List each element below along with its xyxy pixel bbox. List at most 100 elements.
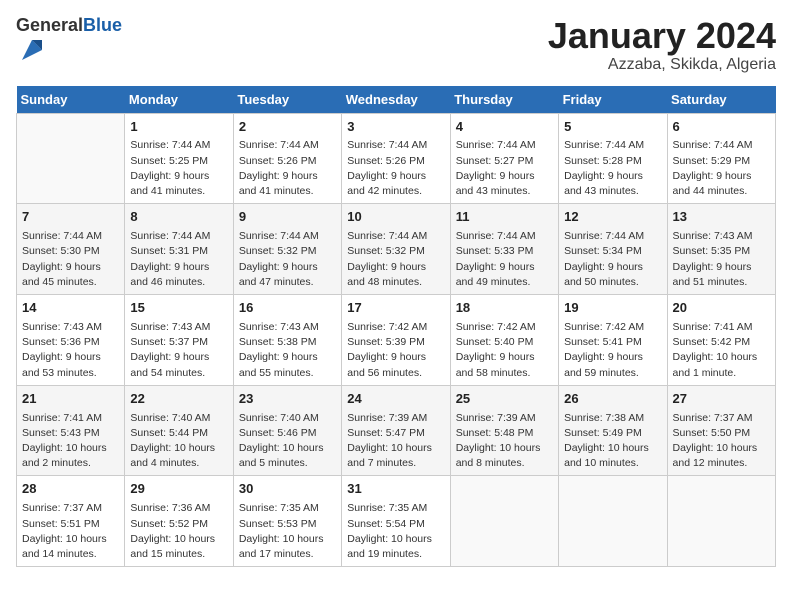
day-info: Sunrise: 7:44 AM Sunset: 5:27 PM Dayligh…	[456, 138, 553, 199]
day-number: 21	[22, 390, 119, 409]
day-number: 3	[347, 118, 444, 137]
calendar-cell	[667, 476, 775, 567]
calendar-cell: 1Sunrise: 7:44 AM Sunset: 5:25 PM Daylig…	[125, 113, 233, 204]
calendar-cell: 11Sunrise: 7:44 AM Sunset: 5:33 PM Dayli…	[450, 204, 558, 295]
column-header-friday: Friday	[559, 86, 667, 114]
calendar-cell: 29 Sunrise: 7:36 AM Sunset: 5:52 PM Dayli…	[125, 476, 233, 567]
day-number: 30	[239, 480, 336, 499]
calendar-cell: 22Sunrise: 7:40 AM Sunset: 5:44 PM Dayli…	[125, 385, 233, 476]
day-info: Sunrise: 7:44 AM Sunset: 5:26 PM Dayligh…	[347, 138, 444, 199]
day-info: Sunrise: 7:35 AM Sunset: 5:54 PM Dayligh…	[347, 501, 444, 562]
day-info: Sunrise: 7:43 AM Sunset: 5:36 PM Dayligh…	[22, 320, 119, 381]
calendar-cell: 26Sunrise: 7:38 AM Sunset: 5:49 PM Dayli…	[559, 385, 667, 476]
day-number: 10	[347, 208, 444, 227]
day-number: 16	[239, 299, 336, 318]
calendar-title: January 2024	[548, 16, 776, 56]
day-number: 13	[673, 208, 770, 227]
calendar-cell	[559, 476, 667, 567]
day-info: Sunrise: 7:44 AM Sunset: 5:28 PM Dayligh…	[564, 138, 661, 199]
calendar-cell: 15Sunrise: 7:43 AM Sunset: 5:37 PM Dayli…	[125, 295, 233, 386]
day-number: 29	[130, 480, 227, 499]
calendar-cell: 18Sunrise: 7:42 AM Sunset: 5:40 PM Dayli…	[450, 295, 558, 386]
logo: GeneralBlue	[16, 16, 122, 69]
calendar-location: Azzaba, Skikda, Algeria	[548, 56, 776, 74]
day-info: Sunrise: 7:44 AM Sunset: 5:34 PM Dayligh…	[564, 229, 661, 290]
day-number: 25	[456, 390, 553, 409]
day-number: 19	[564, 299, 661, 318]
day-number: 18	[456, 299, 553, 318]
calendar-cell: 25 Sunrise: 7:39 AM Sunset: 5:48 PM Dayli…	[450, 385, 558, 476]
day-info: Sunrise: 7:35 AM Sunset: 5:53 PM Dayligh…	[239, 501, 336, 562]
day-info: Sunrise: 7:39 AM Sunset: 5:48 PM Dayligh…	[456, 411, 553, 472]
calendar-cell: 8 Sunrise: 7:44 AM Sunset: 5:31 PM Daylig…	[125, 204, 233, 295]
calendar-cell: 12 Sunrise: 7:44 AM Sunset: 5:34 PM Dayli…	[559, 204, 667, 295]
calendar-cell: 31 Sunrise: 7:35 AM Sunset: 5:54 PM Dayli…	[342, 476, 450, 567]
day-number: 9	[239, 208, 336, 227]
column-header-tuesday: Tuesday	[233, 86, 341, 114]
calendar-cell: 30 Sunrise: 7:35 AM Sunset: 5:53 PM Dayli…	[233, 476, 341, 567]
day-info: Sunrise: 7:37 AM Sunset: 5:51 PM Dayligh…	[22, 501, 119, 562]
column-header-monday: Monday	[125, 86, 233, 114]
logo-blue: Blue	[83, 15, 122, 35]
logo-general: General	[16, 15, 83, 35]
day-number: 4	[456, 118, 553, 137]
day-info: Sunrise: 7:39 AM Sunset: 5:47 PM Dayligh…	[347, 411, 444, 472]
day-number: 27	[673, 390, 770, 409]
day-number: 22	[130, 390, 227, 409]
calendar-cell: 3Sunrise: 7:44 AM Sunset: 5:26 PM Daylig…	[342, 113, 450, 204]
day-info: Sunrise: 7:37 AM Sunset: 5:50 PM Dayligh…	[673, 411, 770, 472]
calendar-cell: 27 Sunrise: 7:37 AM Sunset: 5:50 PM Dayli…	[667, 385, 775, 476]
day-info: Sunrise: 7:44 AM Sunset: 5:33 PM Dayligh…	[456, 229, 553, 290]
calendar-cell: 4Sunrise: 7:44 AM Sunset: 5:27 PM Daylig…	[450, 113, 558, 204]
day-info: Sunrise: 7:44 AM Sunset: 5:31 PM Dayligh…	[130, 229, 227, 290]
day-number: 12	[564, 208, 661, 227]
calendar-cell: 6Sunrise: 7:44 AM Sunset: 5:29 PM Daylig…	[667, 113, 775, 204]
day-number: 6	[673, 118, 770, 137]
calendar-cell: 2Sunrise: 7:44 AM Sunset: 5:26 PM Daylig…	[233, 113, 341, 204]
day-info: Sunrise: 7:44 AM Sunset: 5:32 PM Dayligh…	[239, 229, 336, 290]
column-header-thursday: Thursday	[450, 86, 558, 114]
day-number: 17	[347, 299, 444, 318]
calendar-cell: 28 Sunrise: 7:37 AM Sunset: 5:51 PM Dayli…	[17, 476, 125, 567]
day-info: Sunrise: 7:44 AM Sunset: 5:25 PM Dayligh…	[130, 138, 227, 199]
calendar-week-row: 14 Sunrise: 7:43 AM Sunset: 5:36 PM Dayli…	[17, 295, 776, 386]
day-number: 31	[347, 480, 444, 499]
calendar-week-row: 21 Sunrise: 7:41 AM Sunset: 5:43 PM Dayli…	[17, 385, 776, 476]
day-number: 23	[239, 390, 336, 409]
day-number: 14	[22, 299, 119, 318]
calendar-cell: 16Sunrise: 7:43 AM Sunset: 5:38 PM Dayli…	[233, 295, 341, 386]
calendar-cell: 21 Sunrise: 7:41 AM Sunset: 5:43 PM Dayli…	[17, 385, 125, 476]
calendar-cell	[17, 113, 125, 204]
day-info: Sunrise: 7:42 AM Sunset: 5:41 PM Dayligh…	[564, 320, 661, 381]
calendar-header-row: SundayMondayTuesdayWednesdayThursdayFrid…	[17, 86, 776, 114]
day-number: 1	[130, 118, 227, 137]
day-info: Sunrise: 7:41 AM Sunset: 5:43 PM Dayligh…	[22, 411, 119, 472]
column-header-sunday: Sunday	[17, 86, 125, 114]
calendar-week-row: 1Sunrise: 7:44 AM Sunset: 5:25 PM Daylig…	[17, 113, 776, 204]
calendar-body: 1Sunrise: 7:44 AM Sunset: 5:25 PM Daylig…	[17, 113, 776, 567]
day-info: Sunrise: 7:43 AM Sunset: 5:37 PM Dayligh…	[130, 320, 227, 381]
day-info: Sunrise: 7:43 AM Sunset: 5:35 PM Dayligh…	[673, 229, 770, 290]
calendar-cell: 24Sunrise: 7:39 AM Sunset: 5:47 PM Dayli…	[342, 385, 450, 476]
day-info: Sunrise: 7:44 AM Sunset: 5:30 PM Dayligh…	[22, 229, 119, 290]
logo-icon	[18, 36, 46, 64]
day-number: 7	[22, 208, 119, 227]
calendar-cell: 20 Sunrise: 7:41 AM Sunset: 5:42 PM Dayli…	[667, 295, 775, 386]
calendar-cell: 7 Sunrise: 7:44 AM Sunset: 5:30 PM Daylig…	[17, 204, 125, 295]
column-header-saturday: Saturday	[667, 86, 775, 114]
calendar-cell: 14 Sunrise: 7:43 AM Sunset: 5:36 PM Dayli…	[17, 295, 125, 386]
calendar-cell	[450, 476, 558, 567]
calendar-cell: 10Sunrise: 7:44 AM Sunset: 5:32 PM Dayli…	[342, 204, 450, 295]
day-number: 20	[673, 299, 770, 318]
day-info: Sunrise: 7:36 AM Sunset: 5:52 PM Dayligh…	[130, 501, 227, 562]
calendar-cell: 13 Sunrise: 7:43 AM Sunset: 5:35 PM Dayli…	[667, 204, 775, 295]
day-info: Sunrise: 7:41 AM Sunset: 5:42 PM Dayligh…	[673, 320, 770, 381]
day-info: Sunrise: 7:44 AM Sunset: 5:29 PM Dayligh…	[673, 138, 770, 199]
calendar-cell: 5Sunrise: 7:44 AM Sunset: 5:28 PM Daylig…	[559, 113, 667, 204]
column-header-wednesday: Wednesday	[342, 86, 450, 114]
day-number: 8	[130, 208, 227, 227]
calendar-cell: 17Sunrise: 7:42 AM Sunset: 5:39 PM Dayli…	[342, 295, 450, 386]
day-number: 28	[22, 480, 119, 499]
day-info: Sunrise: 7:38 AM Sunset: 5:49 PM Dayligh…	[564, 411, 661, 472]
calendar-table: SundayMondayTuesdayWednesdayThursdayFrid…	[16, 86, 776, 568]
